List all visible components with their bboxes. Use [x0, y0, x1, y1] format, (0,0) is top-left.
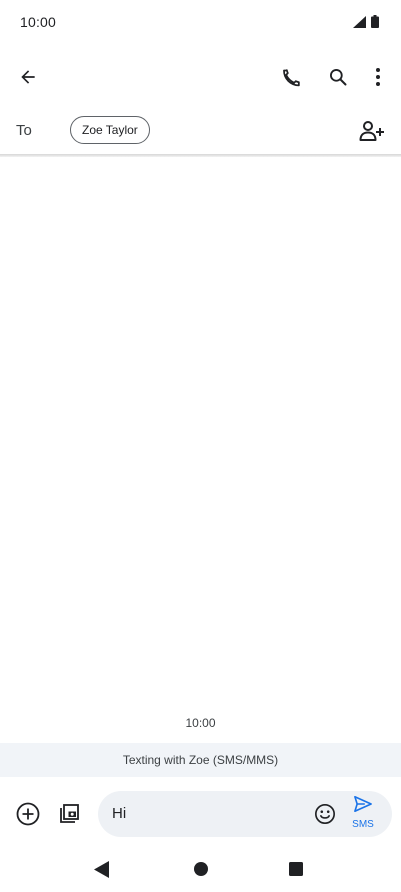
home-circle-icon[interactable]	[181, 849, 221, 889]
navigation-bar	[0, 848, 401, 892]
signal-icon	[353, 15, 366, 33]
send-icon	[353, 795, 373, 818]
add-person-icon[interactable]	[352, 111, 392, 151]
phone-icon[interactable]	[271, 57, 311, 97]
battery-icon	[371, 15, 379, 33]
message-input[interactable]: Hi SMS	[98, 791, 392, 837]
texting-banner: Texting with Zoe (SMS/MMS)	[0, 743, 401, 777]
app-bar	[0, 52, 401, 102]
texting-banner-label: Texting with Zoe (SMS/MMS)	[122, 753, 279, 767]
status-icons	[353, 15, 379, 33]
add-circle-icon[interactable]	[8, 794, 48, 834]
message-timestamp: 10:00	[185, 716, 216, 730]
search-icon[interactable]	[318, 57, 358, 97]
emoji-icon[interactable]	[305, 794, 345, 834]
to-label: To	[16, 122, 32, 139]
send-label: SMS	[352, 819, 374, 830]
recipient-chip-label: Zoe Taylor	[82, 123, 138, 137]
message-input-text: Hi	[112, 805, 127, 822]
back-arrow-icon[interactable]	[8, 57, 48, 97]
header-divider	[0, 154, 401, 157]
compose-row: Hi SMS	[0, 788, 401, 840]
gallery-icon[interactable]	[49, 794, 89, 834]
more-vert-icon[interactable]	[358, 57, 398, 97]
recipient-row: To Zoe Taylor	[0, 108, 401, 154]
status-bar: 10:00	[0, 0, 401, 46]
recipient-chip[interactable]: Zoe Taylor	[70, 116, 150, 144]
recents-square-icon[interactable]	[276, 849, 316, 889]
back-triangle-icon[interactable]	[82, 849, 122, 889]
send-button[interactable]: SMS	[348, 795, 378, 833]
status-time: 10:00	[20, 14, 57, 30]
